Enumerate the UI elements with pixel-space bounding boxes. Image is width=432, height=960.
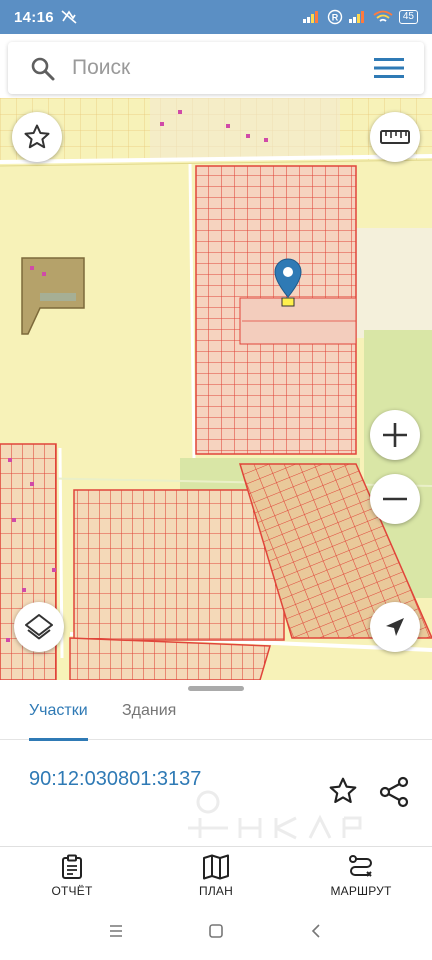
navigation-arrow-icon — [386, 618, 404, 636]
nav-plan[interactable]: ПЛАН — [176, 847, 256, 905]
svg-text:R: R — [332, 13, 339, 23]
status-time: 14:16 — [14, 8, 54, 26]
battery-icon: 45 — [398, 10, 418, 24]
tab-active-indicator — [29, 738, 88, 741]
clipboard-icon — [62, 854, 82, 879]
wifi-icon — [373, 10, 393, 22]
signal-icon — [302, 11, 318, 23]
zoom-out-icon — [383, 497, 407, 501]
tab-parcels-label: Участки — [29, 702, 88, 719]
ruler-icon — [380, 130, 410, 144]
my-location-button[interactable] — [370, 602, 420, 652]
nav-route[interactable]: МАРШРУТ — [316, 847, 406, 905]
tab-buildings-label: Здания — [122, 702, 177, 719]
route-icon — [349, 855, 372, 877]
search-icon[interactable] — [30, 56, 56, 82]
zoom-in-button[interactable] — [370, 410, 420, 460]
status-icons: R 45 — [302, 9, 418, 25]
mute-icon — [60, 10, 78, 24]
map-view[interactable] — [0, 98, 432, 680]
map-canvas — [0, 98, 432, 680]
favorite-button[interactable] — [12, 112, 62, 162]
tab-bar: Участки Здания — [0, 694, 432, 741]
status-bar: 14:16 R 45 — [0, 0, 432, 34]
signal-icon-2 — [348, 11, 364, 23]
registered-icon: R — [327, 9, 343, 25]
layers-icon — [25, 614, 53, 640]
location-pin-icon[interactable] — [274, 258, 302, 298]
bottom-navigation: ОТЧЁТ ПЛАН МАРШРУТ — [0, 846, 432, 904]
recent-apps-icon[interactable] — [108, 924, 124, 938]
zoom-out-button[interactable] — [370, 474, 420, 524]
cadastral-number[interactable]: 90:12:030801:3137 — [29, 768, 201, 791]
bottom-sheet: Участки Здания 90:12:030801:3137 — [0, 680, 432, 846]
tab-parcels[interactable]: Участки — [29, 694, 88, 741]
layers-button[interactable] — [14, 602, 64, 652]
favorite-star-icon[interactable] — [328, 776, 358, 806]
search-bar[interactable] — [8, 42, 424, 94]
home-icon[interactable] — [208, 923, 224, 939]
nav-plan-label: ПЛАН — [199, 884, 233, 898]
zoom-in-icon — [383, 423, 407, 447]
nav-report[interactable]: ОТЧЁТ — [32, 847, 112, 905]
search-input[interactable] — [72, 48, 362, 88]
back-icon[interactable] — [308, 923, 324, 939]
header — [0, 34, 432, 98]
map-icon — [203, 854, 229, 880]
menu-icon[interactable] — [374, 56, 404, 80]
app-root: 14:16 R 45 Поиск Участки Здания 90:12:03… — [0, 0, 432, 960]
system-navigation-bar — [0, 904, 432, 960]
ruler-button[interactable] — [370, 112, 420, 162]
nav-report-label: ОТЧЁТ — [51, 884, 93, 898]
tab-buildings[interactable]: Здания — [122, 694, 176, 740]
nav-route-label: МАРШРУТ — [330, 884, 392, 898]
share-icon[interactable] — [378, 776, 410, 808]
sheet-drag-handle[interactable] — [188, 686, 244, 691]
star-icon — [24, 124, 50, 149]
